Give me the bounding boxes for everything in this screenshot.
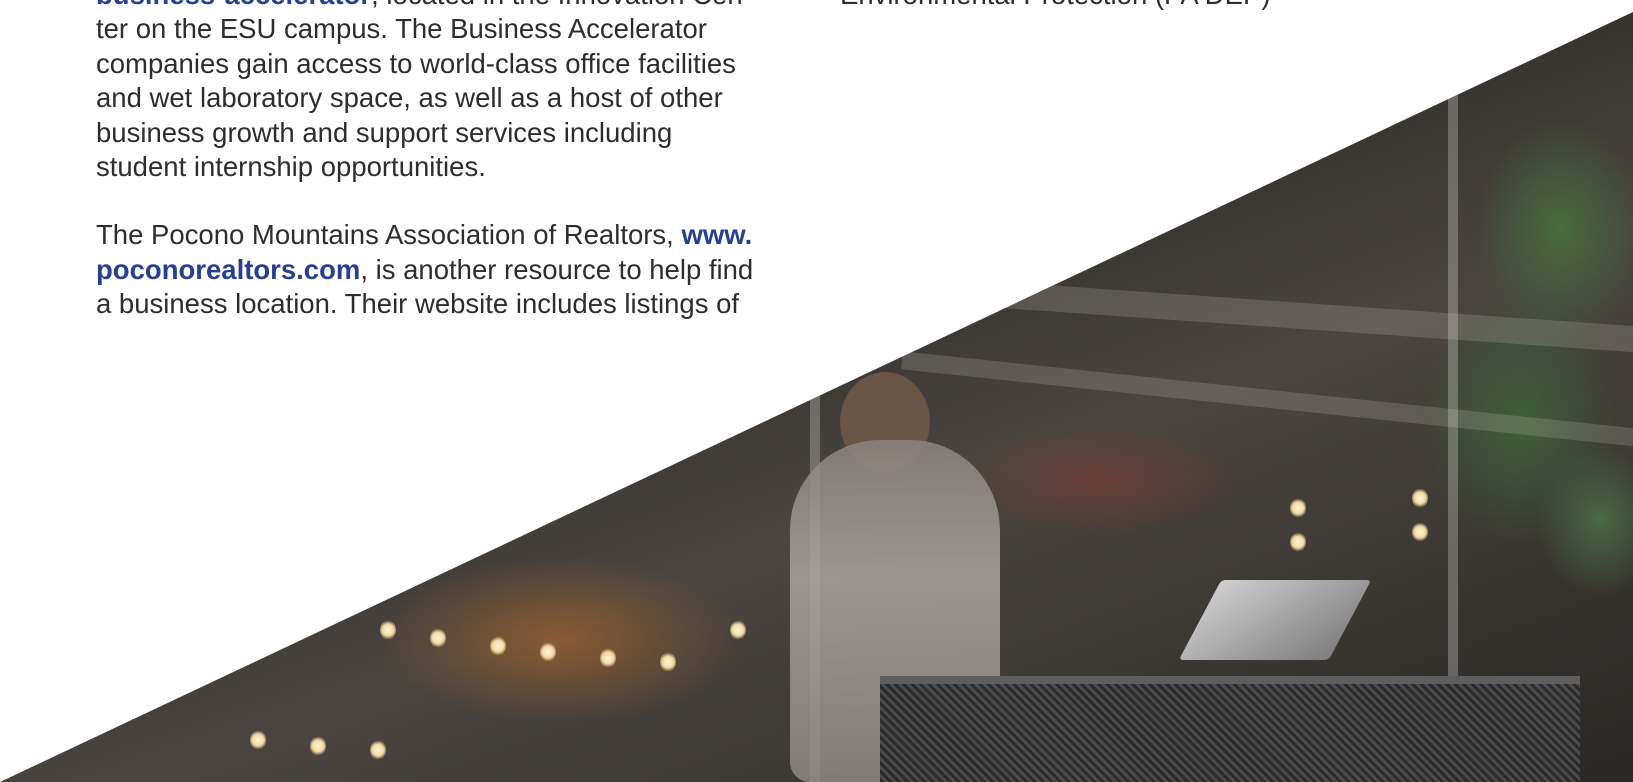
pendant-light	[490, 636, 506, 656]
pendant-light	[660, 652, 676, 672]
laptop	[1178, 580, 1372, 660]
mesh-table	[880, 676, 1580, 782]
ceiling-beam	[880, 273, 1633, 353]
paragraph-text: business growth and support services inc…	[96, 116, 673, 148]
left-text-column: business-accelerator, located in the Inn…	[96, 0, 796, 356]
paragraph-business-accelerator: business-accelerator, located in the Inn…	[96, 0, 796, 184]
pendant-light	[600, 648, 616, 668]
pendant-light	[730, 620, 746, 640]
ceiling-beam	[901, 351, 1633, 447]
paragraph-text: companies gain access to world-class off…	[96, 47, 736, 79]
poconorealtors-link[interactable]: www.	[681, 219, 752, 250]
pendant-light	[430, 628, 446, 648]
business-accelerator-link[interactable]: business-accelerator	[96, 0, 371, 10]
pendant-light	[1412, 488, 1428, 508]
paragraph-text: , located in the Innovation Cen-	[371, 0, 752, 10]
pendant-light	[370, 740, 386, 760]
paragraph-text: , is another resource to help find	[360, 253, 754, 285]
paragraph-text: student internship opportunities.	[96, 151, 486, 183]
paragraph-text: a business location. Their website inclu…	[96, 288, 740, 320]
paragraph-realtors: The Pocono Mountains Association of Real…	[96, 218, 796, 321]
pendant-light	[1290, 532, 1306, 552]
pendant-light	[250, 730, 266, 750]
document-page: business-accelerator, located in the Inn…	[0, 0, 1633, 782]
paragraph-text: and wet laboratory space, as well as a h…	[96, 82, 723, 114]
pendant-light	[1290, 498, 1306, 518]
pendant-light	[380, 620, 396, 640]
paragraph-text: ter on the ESU campus. The Business Acce…	[96, 13, 707, 45]
pendant-light	[540, 642, 556, 662]
pendant-light	[1412, 522, 1428, 542]
poconorealtors-link[interactable]: poconorealtors.com	[96, 254, 360, 285]
pendant-light	[310, 736, 326, 756]
paragraph-text: The Pocono Mountains Association of Real…	[96, 219, 682, 251]
right-text-column: Environmental Protection (PA DEP)	[840, 0, 1540, 12]
paragraph-text: Environmental Protection (PA DEP)	[840, 0, 1271, 10]
